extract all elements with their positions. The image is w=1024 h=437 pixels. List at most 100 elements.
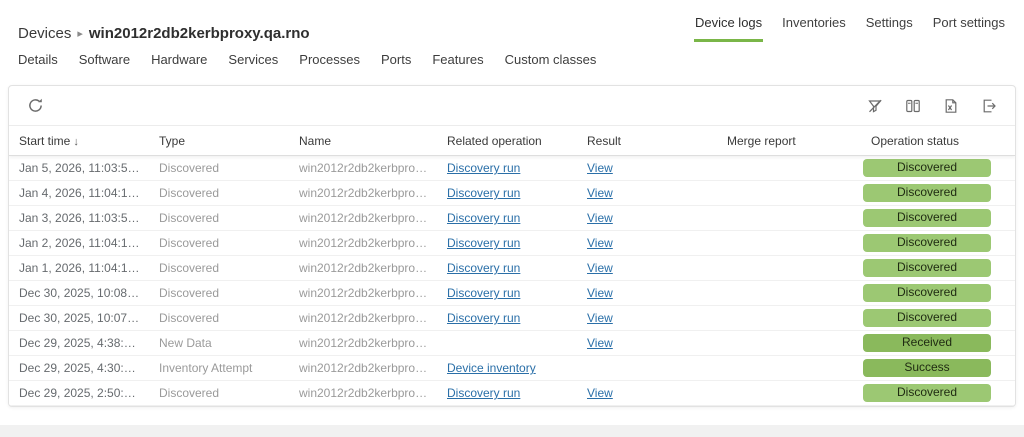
tab-port-settings[interactable]: Port settings bbox=[932, 9, 1006, 42]
status-badge: Success bbox=[863, 359, 991, 377]
table-row: Dec 29, 2025, 4:38:03 PM New Data win2012r… bbox=[9, 331, 1015, 356]
cell-operation-status: Discovered bbox=[861, 209, 1015, 227]
cell-name: win2012r2db2kerbproxy.qa.r... bbox=[299, 361, 437, 375]
status-badge: Discovered bbox=[863, 209, 991, 227]
clear-filter-button[interactable] bbox=[861, 93, 889, 119]
sort-indicator: ↓ bbox=[70, 135, 79, 148]
column-header-start-time[interactable]: Start time ↓ bbox=[9, 134, 149, 148]
cell-result: View bbox=[577, 261, 717, 275]
column-chooser-button[interactable] bbox=[899, 93, 927, 119]
refresh-button[interactable] bbox=[21, 93, 49, 119]
column-chooser-icon bbox=[905, 98, 921, 114]
table-row: Dec 30, 2025, 10:07:08 AM Discovered win20… bbox=[9, 306, 1015, 331]
cell-name: win2012r2db2kerbproxy.qa.r... bbox=[299, 186, 437, 200]
table-row: Jan 4, 2026, 11:04:10 AM Discovered win201… bbox=[9, 181, 1015, 206]
result-view-link[interactable]: View bbox=[587, 236, 613, 250]
subtab-hardware[interactable]: Hardware bbox=[151, 52, 207, 67]
subtab-features[interactable]: Features bbox=[432, 52, 483, 67]
result-view-link[interactable]: View bbox=[587, 386, 613, 400]
column-header-related-operation[interactable]: Related operation bbox=[437, 134, 577, 148]
cell-start-time: Jan 1, 2026, 11:04:15 AM bbox=[19, 261, 149, 275]
export-button[interactable] bbox=[975, 93, 1003, 119]
cell-operation-status: Received bbox=[861, 334, 1015, 352]
cell-start-time: Dec 29, 2025, 4:30:24 PM bbox=[19, 361, 149, 375]
related-operation-link[interactable]: Discovery run bbox=[447, 386, 520, 400]
related-operation-link[interactable]: Discovery run bbox=[447, 286, 520, 300]
column-header-result[interactable]: Result bbox=[577, 134, 717, 148]
cell-result: View bbox=[577, 286, 717, 300]
cell-type: Discovered bbox=[159, 311, 220, 325]
subtab-software[interactable]: Software bbox=[79, 52, 130, 67]
cell-related-operation: Discovery run bbox=[437, 261, 577, 275]
related-operation-link[interactable]: Discovery run bbox=[447, 161, 520, 175]
subtab-processes[interactable]: Processes bbox=[299, 52, 360, 67]
cell-start-time: Jan 4, 2026, 11:04:10 AM bbox=[19, 186, 149, 200]
tab-device-logs[interactable]: Device logs bbox=[693, 9, 764, 42]
cell-operation-status: Discovered bbox=[861, 184, 1015, 202]
cell-operation-status: Discovered bbox=[861, 159, 1015, 177]
tab-settings[interactable]: Settings bbox=[865, 9, 914, 42]
cell-related-operation: Discovery run bbox=[437, 161, 577, 175]
cell-operation-status: Discovered bbox=[861, 234, 1015, 252]
status-badge: Discovered bbox=[863, 384, 991, 402]
status-badge: Received bbox=[863, 334, 991, 352]
result-view-link[interactable]: View bbox=[587, 261, 613, 275]
table-row: Dec 29, 2025, 4:30:24 PM Inventory Attemp… bbox=[9, 356, 1015, 381]
export-excel-icon bbox=[943, 98, 959, 114]
subtab-custom-classes[interactable]: Custom classes bbox=[505, 52, 597, 67]
related-operation-link[interactable]: Discovery run bbox=[447, 236, 520, 250]
result-view-link[interactable]: View bbox=[587, 336, 613, 350]
result-view-link[interactable]: View bbox=[587, 311, 613, 325]
breadcrumb: Devices ▸ win2012r2db2kerbproxy.qa.rno bbox=[18, 25, 310, 42]
tab-inventories[interactable]: Inventories bbox=[781, 9, 847, 42]
cell-operation-status: Discovered bbox=[861, 384, 1015, 402]
result-view-link[interactable]: View bbox=[587, 186, 613, 200]
cell-name: win2012r2db2kerbproxy.qa.r... bbox=[299, 261, 437, 275]
status-badge: Discovered bbox=[863, 309, 991, 327]
subtab-ports[interactable]: Ports bbox=[381, 52, 411, 67]
related-operation-link[interactable]: Discovery run bbox=[447, 211, 520, 225]
refresh-icon bbox=[27, 97, 44, 114]
subtab-services[interactable]: Services bbox=[228, 52, 278, 67]
related-operation-link[interactable]: Device inventory bbox=[447, 361, 536, 375]
subtab-details[interactable]: Details bbox=[18, 52, 58, 67]
cell-related-operation: Discovery run bbox=[437, 311, 577, 325]
table-row: Jan 5, 2026, 11:03:50 AM Discovered win201… bbox=[9, 156, 1015, 181]
result-view-link[interactable]: View bbox=[587, 286, 613, 300]
related-operation-link[interactable]: Discovery run bbox=[447, 261, 520, 275]
cell-name: win2012r2db2kerbproxy.qa.r... bbox=[299, 236, 437, 250]
cell-related-operation: Discovery run bbox=[437, 186, 577, 200]
cell-related-operation: Discovery run bbox=[437, 386, 577, 400]
cell-name: win2012r2db2kerbproxy.qa.r... bbox=[299, 161, 437, 175]
table-body: Jan 5, 2026, 11:03:50 AM Discovered win201… bbox=[9, 156, 1015, 406]
cell-result: View bbox=[577, 336, 717, 350]
cell-operation-status: Success bbox=[861, 359, 1015, 377]
cell-result: View bbox=[577, 161, 717, 175]
cell-start-time: Jan 5, 2026, 11:03:50 AM bbox=[19, 161, 149, 175]
cell-start-time: Dec 30, 2025, 10:07:08 AM bbox=[19, 311, 149, 325]
cell-type: Discovered bbox=[159, 211, 220, 225]
result-view-link[interactable]: View bbox=[587, 161, 613, 175]
column-header-operation-status[interactable]: Operation status bbox=[861, 134, 1015, 148]
cell-type: Discovered bbox=[159, 261, 220, 275]
toolbar bbox=[9, 86, 1015, 126]
cell-related-operation: Discovery run bbox=[437, 236, 577, 250]
related-operation-link[interactable]: Discovery run bbox=[447, 311, 520, 325]
breadcrumb-separator-icon: ▸ bbox=[77, 28, 83, 40]
result-view-link[interactable]: View bbox=[587, 211, 613, 225]
export-excel-button[interactable] bbox=[937, 93, 965, 119]
cell-start-time: Dec 29, 2025, 4:38:03 PM bbox=[19, 336, 149, 350]
cell-name: win2012r2db2kerbproxy.qa.r... bbox=[299, 311, 437, 325]
column-header-type[interactable]: Type bbox=[149, 134, 289, 148]
table-header: Start time ↓ Type Name Related operation Res… bbox=[9, 126, 1015, 156]
table-row: Jan 2, 2026, 11:04:12 AM Discovered win201… bbox=[9, 231, 1015, 256]
cell-result: View bbox=[577, 236, 717, 250]
breadcrumb-devices-link[interactable]: Devices bbox=[18, 25, 71, 42]
column-header-name[interactable]: Name bbox=[289, 134, 437, 148]
column-header-merge-report[interactable]: Merge report bbox=[717, 134, 861, 148]
breadcrumb-device-name: win2012r2db2kerbproxy.qa.rno bbox=[88, 25, 310, 42]
export-icon bbox=[981, 98, 997, 114]
device-logs-card: Start time ↓ Type Name Related operation Res… bbox=[8, 85, 1016, 407]
cell-name: win2012r2db2kerbproxy.qa.r... bbox=[299, 336, 437, 350]
related-operation-link[interactable]: Discovery run bbox=[447, 186, 520, 200]
